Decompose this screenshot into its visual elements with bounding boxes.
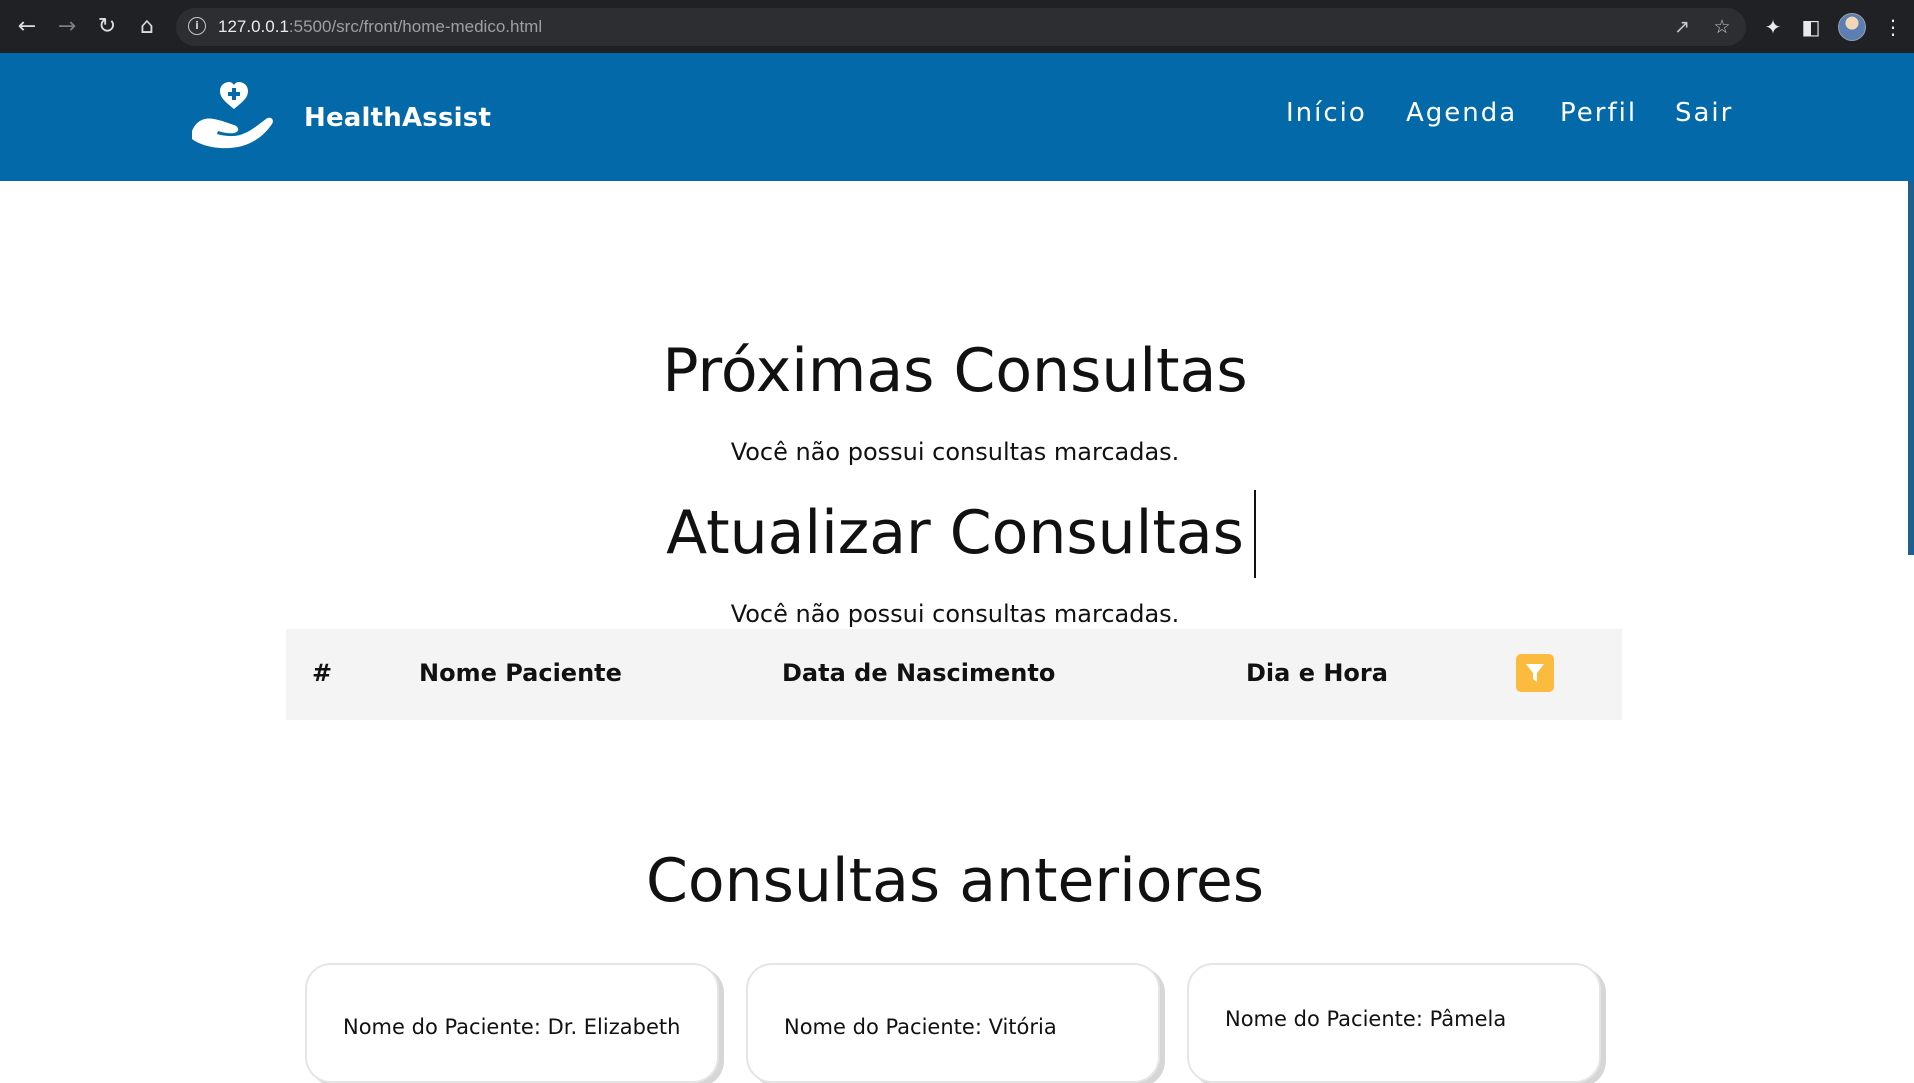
hand-heart-logo-icon[interactable] — [190, 79, 278, 151]
share-icon[interactable]: ↗ — [1670, 15, 1694, 39]
browser-toolbar: ← → ↻ ⌂ i 127.0.0.1:5500/src/front/home-… — [0, 0, 1914, 53]
nav-perfil[interactable]: Perfil — [1560, 98, 1637, 128]
nav-inicio[interactable]: Início — [1286, 98, 1367, 128]
filter-icon — [1526, 664, 1544, 682]
text-cursor — [1254, 490, 1256, 578]
update-empty-message: Você não possui consultas marcadas. — [730, 600, 1180, 628]
upcoming-title: Próximas Consultas — [662, 336, 1248, 406]
column-patient-name: Nome Paciente — [419, 659, 622, 687]
column-birth-date: Data de Nascimento — [782, 659, 1056, 687]
nav-agenda[interactable]: Agenda — [1406, 98, 1517, 128]
card-patient-name: Nome do Paciente: Dr. Elizabeth — [343, 1015, 681, 1039]
past-appointment-card[interactable]: Nome do Paciente: Dr. Elizabeth — [305, 963, 719, 1083]
card-patient-name: Nome do Paciente: Pâmela — [1225, 1007, 1507, 1031]
update-title: Atualizar Consultas — [666, 498, 1244, 568]
brand-name[interactable]: HealthAssist — [304, 103, 491, 133]
puzzle-icon[interactable]: ✦ — [1758, 12, 1788, 42]
star-icon[interactable]: ☆ — [1710, 15, 1734, 39]
page-scrollbar[interactable] — [1908, 181, 1914, 555]
column-number: # — [312, 659, 333, 687]
upcoming-empty-message: Você não possui consultas marcadas. — [730, 438, 1180, 466]
forward-arrow-icon[interactable]: → — [52, 12, 82, 42]
url-host: 127.0.0.1 — [218, 17, 289, 36]
past-appointment-card[interactable]: Nome do Paciente: Pâmela — [1187, 963, 1601, 1083]
column-date-time: Dia e Hora — [1246, 659, 1388, 687]
side-panel-icon[interactable]: ◧ — [1796, 12, 1826, 42]
site-header: HealthAssist Início Agenda Perfil Sair — [0, 53, 1914, 181]
nav-sair[interactable]: Sair — [1675, 98, 1733, 128]
profile-avatar[interactable] — [1838, 13, 1866, 41]
kebab-menu-icon[interactable]: ⋮ — [1878, 12, 1908, 42]
card-patient-name: Nome do Paciente: Vitória — [784, 1015, 1057, 1039]
past-title: Consultas anteriores — [645, 846, 1265, 916]
back-arrow-icon[interactable]: ← — [12, 12, 42, 42]
reload-icon[interactable]: ↻ — [92, 12, 122, 42]
appointments-table-header: # Nome Paciente Data de Nascimento Dia e… — [286, 629, 1622, 720]
address-bar[interactable]: i 127.0.0.1:5500/src/front/home-medico.h… — [176, 8, 1746, 46]
home-icon[interactable]: ⌂ — [132, 12, 162, 42]
info-icon[interactable]: i — [188, 17, 206, 35]
filter-button[interactable] — [1516, 654, 1554, 692]
url-path: :5500/src/front/home-medico.html — [288, 17, 543, 36]
url-text[interactable]: 127.0.0.1:5500/src/front/home-medico.htm… — [218, 17, 542, 37]
past-appointment-card[interactable]: Nome do Paciente: Vitória — [746, 963, 1160, 1083]
